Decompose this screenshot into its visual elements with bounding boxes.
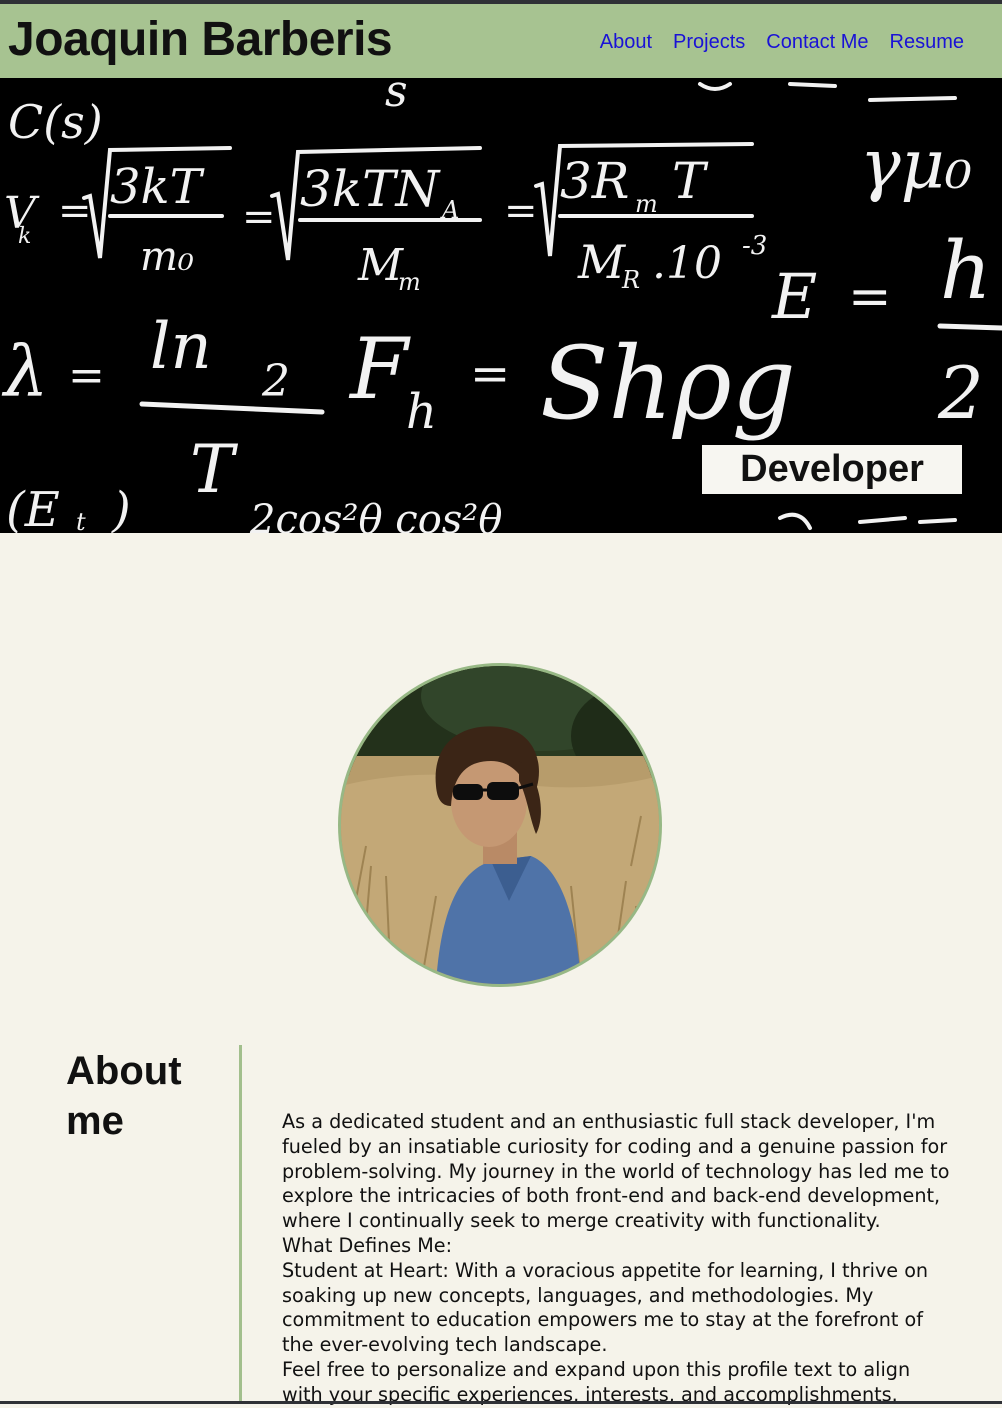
svg-text:k: k (18, 224, 31, 249)
svg-text:m: m (635, 190, 658, 218)
about-paragraph-intro: As a dedicated student and an enthusiast… (282, 1110, 950, 1233)
about-heading: About me (66, 1049, 182, 1143)
about-paragraph-subheading: What Defines Me: (282, 1233, 453, 1257)
svg-text:h: h (940, 224, 992, 317)
svg-text:=: = (68, 350, 105, 401)
svg-text:2: 2 (261, 356, 290, 407)
svg-text:C(s): C(s) (8, 95, 103, 149)
svg-text:3kTN: 3kTN (300, 160, 441, 218)
site-header: Joaquin Barberis About Projects Contact … (0, 4, 1002, 78)
svg-text:E: E (771, 260, 817, 333)
profile-photo (341, 666, 659, 984)
svg-text:3R: 3R (560, 152, 629, 210)
svg-text:3kT: 3kT (110, 159, 205, 215)
main-nav: About Projects Contact Me Resume (600, 29, 964, 55)
profile-avatar (338, 663, 662, 987)
svg-text:=: = (504, 188, 538, 234)
nav-link-contact[interactable]: Contact Me (766, 29, 868, 55)
svg-text:T: T (190, 431, 239, 508)
nav-link-projects[interactable]: Projects (673, 29, 745, 55)
svg-text:T: T (672, 152, 709, 210)
svg-text:s: s (385, 78, 408, 117)
nav-link-resume[interactable]: Resume (890, 29, 964, 55)
svg-text:ln: ln (150, 310, 212, 384)
svg-text:M: M (577, 235, 627, 289)
svg-text:2cos²θ cos²θ: 2cos²θ cos²θ (249, 497, 502, 533)
svg-text:t: t (76, 508, 86, 533)
nav-link-about[interactable]: About (600, 29, 652, 55)
svg-text:h: h (406, 384, 437, 440)
svg-text:=: = (58, 188, 92, 234)
svg-text:m₀: m₀ (140, 234, 194, 280)
svg-text:-3: -3 (742, 231, 767, 261)
svg-text:=: = (848, 267, 892, 327)
hero-banner: s C(s) γμ₀ V k = 3kT m₀ = 3kTN A M m = 3… (0, 78, 1002, 533)
role-badge: Developer (702, 445, 962, 494)
svg-text:(E: (E (6, 482, 60, 533)
svg-text:M: M (357, 240, 404, 291)
about-divider (239, 1045, 242, 1404)
svg-text:F: F (348, 320, 411, 418)
svg-text:2: 2 (937, 351, 984, 435)
svg-text:m: m (398, 268, 421, 296)
svg-text:Shρg: Shρg (540, 325, 796, 442)
svg-text:.10: .10 (652, 238, 722, 289)
svg-text:R: R (621, 266, 640, 294)
svg-text:γμ₀: γμ₀ (860, 126, 972, 205)
svg-text:λ: λ (1, 331, 48, 413)
svg-text:): ) (111, 482, 131, 533)
about-paragraph-student: Student at Heart: With a voracious appet… (282, 1258, 929, 1357)
site-title: Joaquin Barberis (8, 13, 393, 66)
about-text: As a dedicated student and an enthusiast… (282, 1110, 952, 1408)
svg-text:=: = (242, 194, 276, 240)
svg-text:=: = (470, 346, 510, 402)
